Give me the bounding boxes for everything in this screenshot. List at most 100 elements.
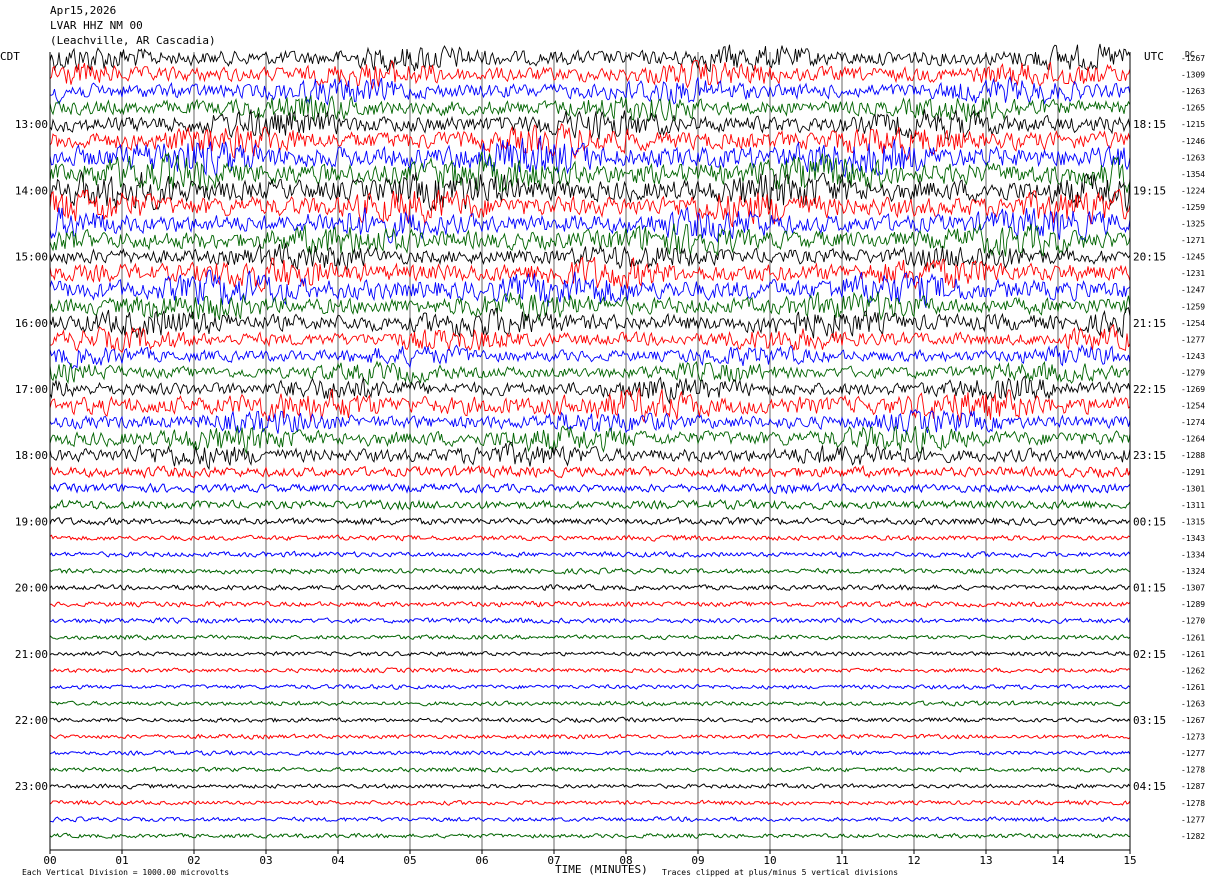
left-hour-label: 17:00	[15, 383, 48, 396]
x-tick-label: 10	[763, 854, 776, 867]
dc-offset-label: -1261	[1181, 633, 1205, 642]
trace-line-32	[49, 583, 1131, 592]
left-hour-label: 23:00	[15, 780, 48, 793]
dc-offset-label: -1254	[1181, 402, 1205, 411]
x-tick-label: 02	[187, 854, 200, 867]
right-timezone-label: UTC	[1144, 50, 1164, 63]
dc-offset-label: -1311	[1181, 501, 1205, 510]
trace-line-2	[49, 75, 1131, 106]
x-tick-label: 01	[115, 854, 128, 867]
dc-offset-label: -1301	[1181, 484, 1205, 493]
helicorder-plot: 00 01 02 03 04 05 06 07 08 09 10 11 12 13 14 1513:00 18:…	[15, 43, 1205, 867]
trace-line-34	[49, 616, 1131, 625]
trace-line-47	[49, 832, 1131, 839]
dc-offset-label: -1334	[1181, 551, 1205, 560]
trace-line-10	[49, 206, 1131, 244]
left-hour-label: 15:00	[15, 251, 48, 264]
dc-offset-label: -1245	[1181, 253, 1205, 262]
trace-line-33	[49, 600, 1131, 608]
trace-line-30	[49, 550, 1131, 559]
right-hour-label: 23:15	[1133, 449, 1166, 462]
right-hour-label: 03:15	[1133, 714, 1166, 727]
trace-line-38	[49, 683, 1131, 690]
dc-offset-label: -1263	[1181, 87, 1205, 96]
clip-note: Traces clipped at plus/minus 5 vertical …	[662, 868, 899, 877]
dc-offset-label: -1263	[1181, 699, 1205, 708]
trace-line-44	[49, 782, 1131, 790]
x-tick-label: 06	[475, 854, 488, 867]
dc-offset-label: -1289	[1181, 600, 1205, 609]
trace-line-1	[49, 59, 1131, 90]
x-tick-label: 13	[979, 854, 992, 867]
x-tick-label: 03	[259, 854, 272, 867]
dc-offset-label: -1261	[1181, 650, 1205, 659]
dc-offset-label: -1264	[1181, 435, 1205, 444]
dc-offset-label: -1231	[1181, 269, 1205, 278]
trace-line-42	[49, 749, 1131, 756]
dc-offset-label: -1267	[1181, 716, 1205, 725]
x-tick-label: 09	[691, 854, 704, 867]
trace-line-27	[49, 499, 1131, 511]
trace-line-25	[49, 464, 1131, 479]
header-location: (Leachville, AR Cascadia)	[50, 34, 216, 47]
trace-line-28	[49, 516, 1131, 527]
dc-offset-label: -1315	[1181, 517, 1205, 526]
right-hour-label: 20:15	[1133, 251, 1166, 264]
dc-offset-label: -1325	[1181, 220, 1205, 229]
header-station: LVAR HHZ NM 00	[50, 19, 143, 32]
dc-offset-label: -1254	[1181, 319, 1205, 328]
dc-offset-label: -1278	[1181, 766, 1205, 775]
dc-offset-label: -1270	[1181, 617, 1205, 626]
seismic-traces	[49, 43, 1131, 839]
dc-offset-label: -1277	[1181, 335, 1205, 344]
dc-offset-label: -1274	[1181, 418, 1205, 427]
dc-offset-label: -1262	[1181, 666, 1205, 675]
division-note: Each Vertical Division = 1000.00 microvo…	[22, 868, 230, 877]
trace-line-41	[49, 733, 1131, 740]
trace-line-43	[49, 766, 1131, 773]
right-hour-label: 18:15	[1133, 118, 1166, 131]
dc-offset-label: -1259	[1181, 203, 1205, 212]
dc-offset-label: -1269	[1181, 385, 1205, 394]
dc-offset-label: -1259	[1181, 302, 1205, 311]
dc-offset-label: -1343	[1181, 534, 1205, 543]
dc-offset-label: -1247	[1181, 286, 1205, 295]
trace-line-3	[49, 94, 1131, 123]
trace-line-15	[49, 291, 1131, 322]
trace-line-29	[49, 534, 1131, 542]
dc-offset-label: -1243	[1181, 352, 1205, 361]
trace-line-31	[49, 567, 1131, 575]
right-hour-label: 02:15	[1133, 648, 1166, 661]
trace-line-24	[49, 441, 1131, 471]
trace-line-20	[49, 375, 1131, 405]
dc-offset-label: -1271	[1181, 236, 1205, 245]
dc-offset-label: -1261	[1181, 683, 1205, 692]
trace-line-4	[49, 109, 1131, 141]
x-tick-label: 04	[331, 854, 345, 867]
trace-line-36	[49, 650, 1131, 657]
trace-line-12	[49, 242, 1131, 271]
dc-offset-label: -1265	[1181, 104, 1205, 113]
x-tick-label: 14	[1051, 854, 1065, 867]
left-hour-label: 18:00	[15, 449, 48, 462]
dc-label: DC	[1185, 50, 1195, 59]
x-tick-label: 11	[835, 854, 848, 867]
trace-line-26	[49, 482, 1131, 495]
dc-offset-label: -1279	[1181, 368, 1205, 377]
trace-line-19	[49, 360, 1131, 386]
trace-line-23	[49, 425, 1131, 454]
dc-offset-label: -1354	[1181, 170, 1205, 179]
trace-line-17	[50, 323, 1131, 354]
trace-line-46	[49, 816, 1131, 823]
right-hour-label: 00:15	[1133, 515, 1166, 528]
right-hour-label: 04:15	[1133, 780, 1166, 793]
left-timezone-label: CDT	[0, 50, 20, 63]
dc-offset-label: -1277	[1181, 815, 1205, 824]
x-tick-label: 12	[907, 854, 920, 867]
trace-line-39	[49, 700, 1131, 707]
dc-offset-label: -1291	[1181, 468, 1205, 477]
left-hour-label: 13:00	[15, 118, 48, 131]
dc-offset-label: -1324	[1181, 567, 1205, 576]
trace-line-0	[49, 43, 1131, 73]
dc-offset-label: -1215	[1181, 120, 1205, 129]
